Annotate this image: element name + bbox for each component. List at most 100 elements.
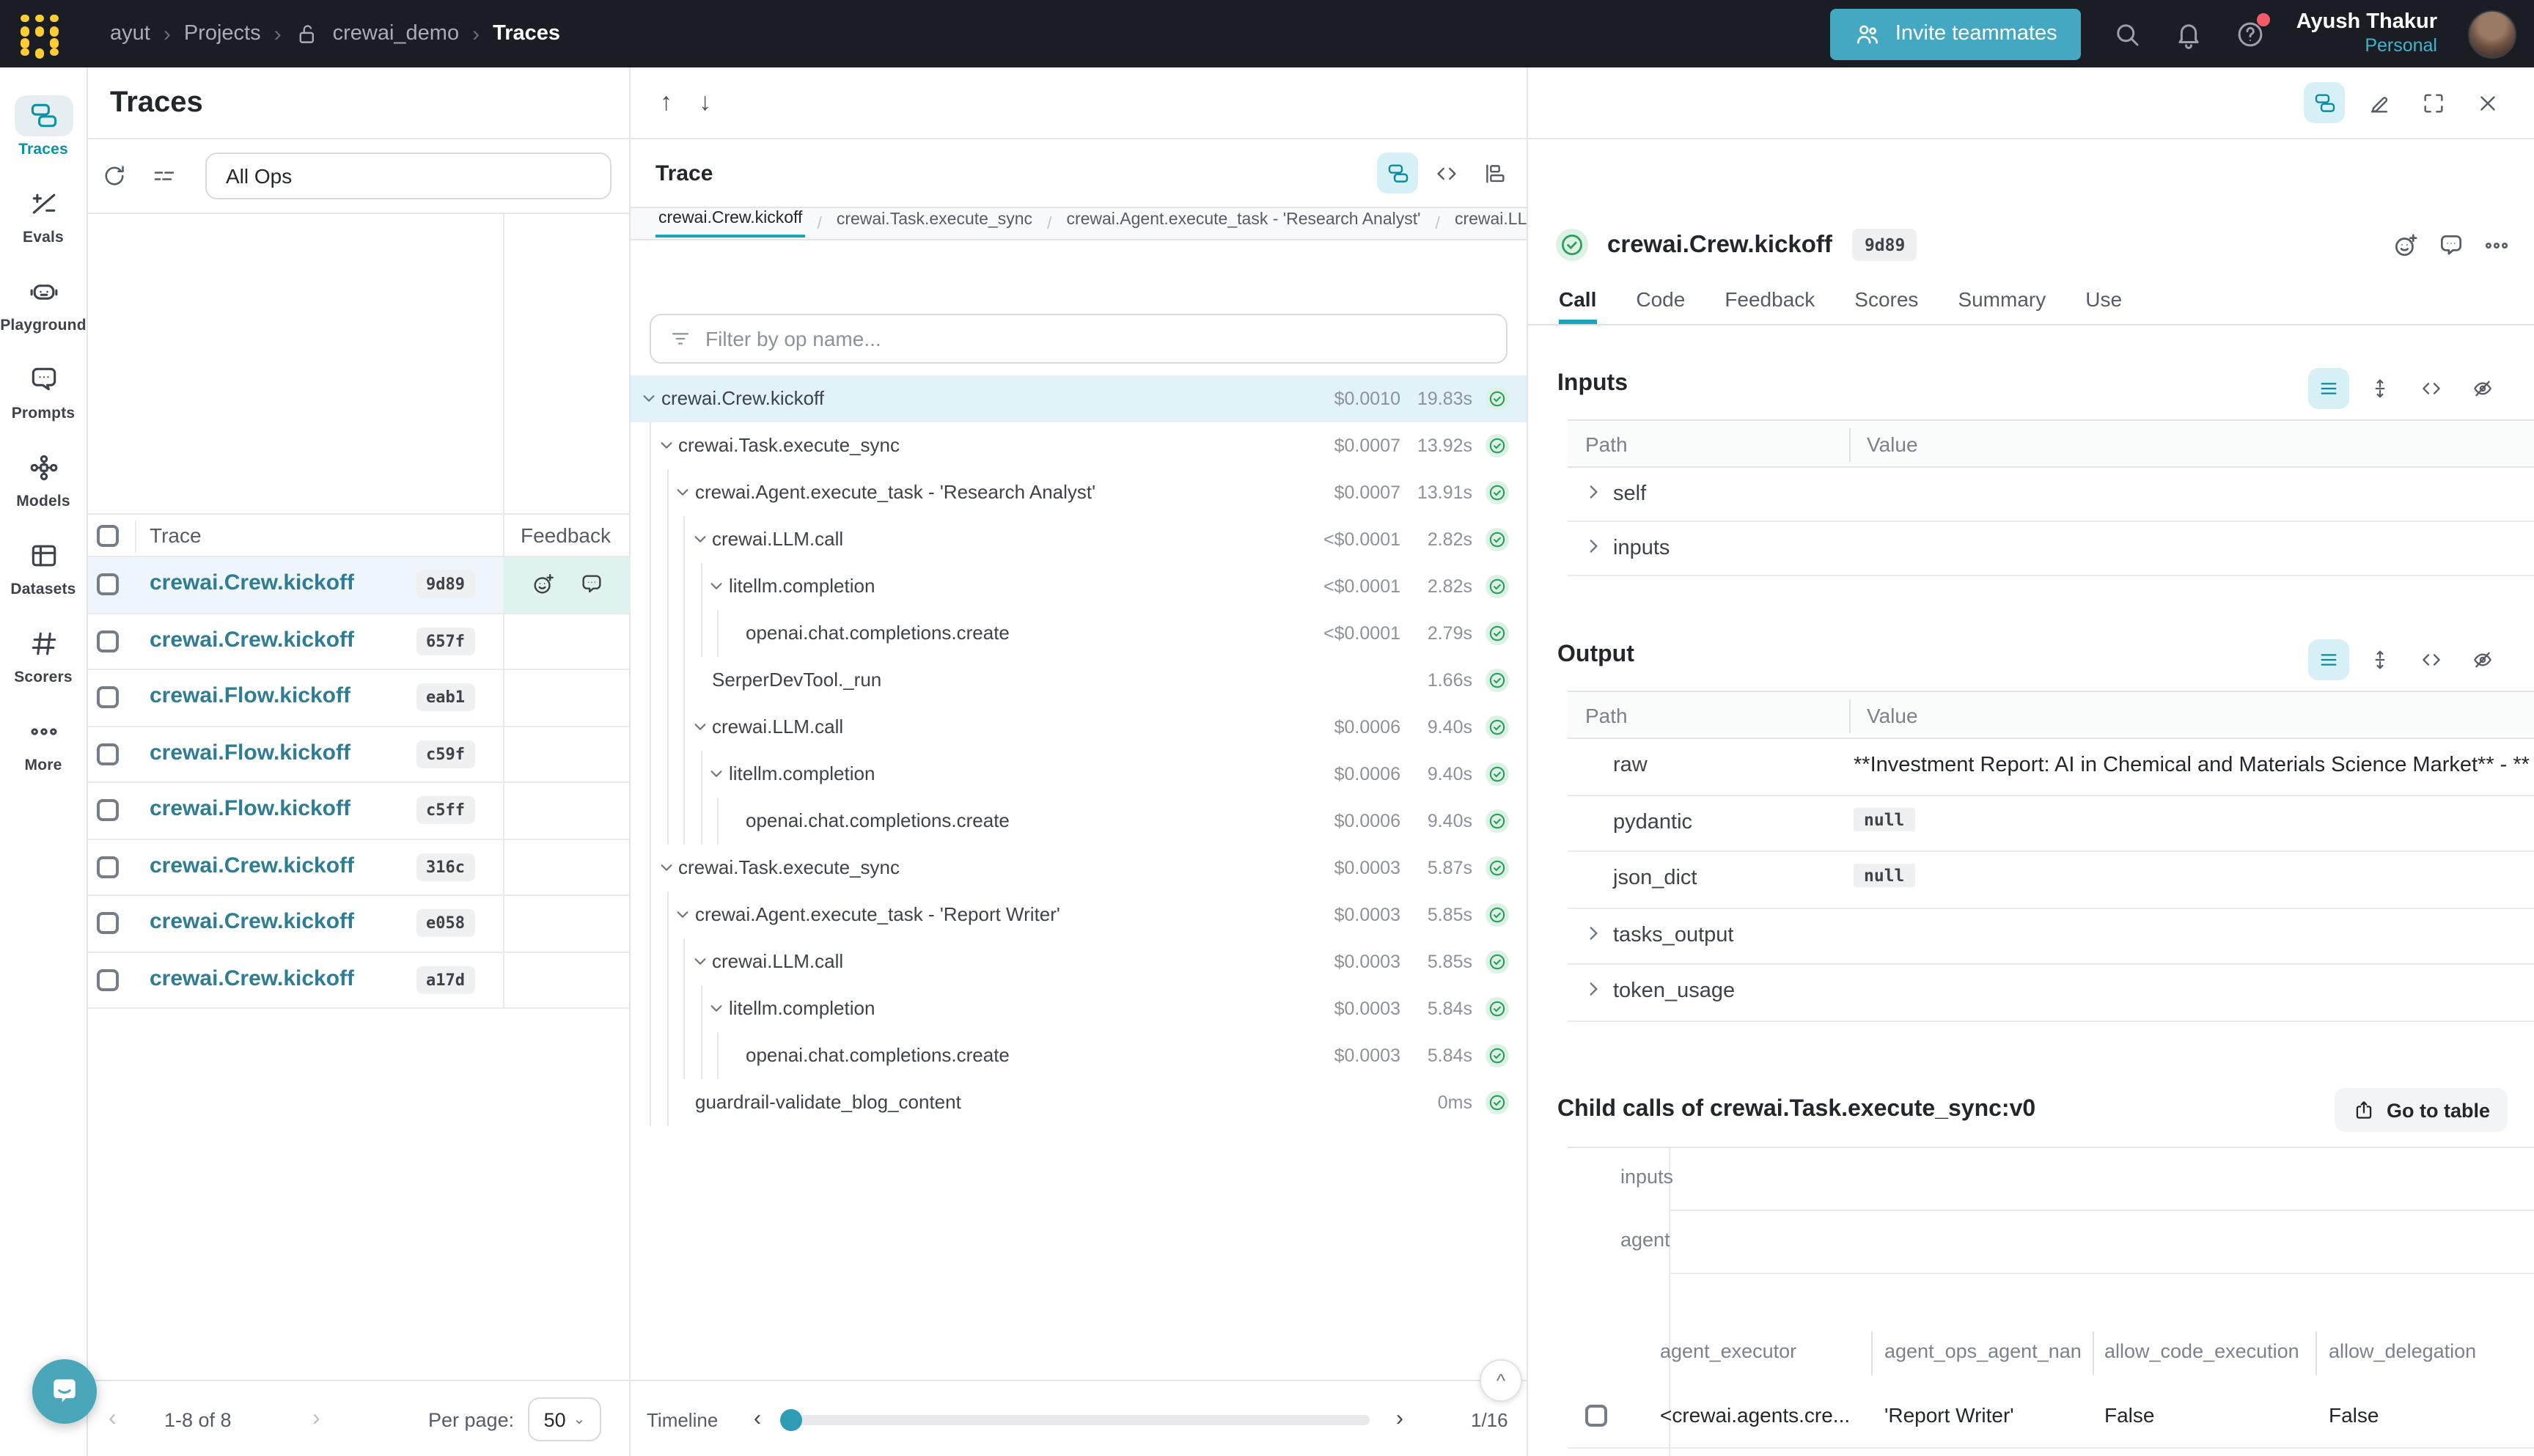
trace-id-badge[interactable]: a17d	[416, 966, 475, 993]
chevron-right-icon[interactable]	[1584, 979, 1603, 999]
row-checkbox[interactable]	[97, 968, 119, 990]
list-view-icon[interactable]	[2308, 639, 2349, 680]
expand-rows-icon[interactable]	[2359, 368, 2401, 409]
trace-path-tab[interactable]: crewai.LLM.call	[1452, 211, 1527, 236]
tab-summary[interactable]: Summary	[1958, 287, 2046, 324]
help-icon[interactable]	[2235, 18, 2266, 49]
row-checkbox[interactable]	[97, 630, 119, 652]
tab-use[interactable]: Use	[2085, 287, 2122, 324]
column-header-allow_delegation[interactable]: allow_delegation	[2329, 1340, 2530, 1362]
chevron-down-icon[interactable]	[658, 437, 674, 453]
chevron-down-icon[interactable]	[641, 390, 657, 406]
op-name-filter[interactable]	[650, 314, 1507, 364]
table-row[interactable]: crewai.Crew.kickoff316c	[88, 839, 629, 896]
chevron-down-icon[interactable]	[708, 765, 724, 782]
flame-graph-icon[interactable]	[1474, 152, 1515, 194]
chevron-right-icon[interactable]	[1584, 482, 1603, 501]
code-view-icon[interactable]	[2411, 639, 2452, 680]
kv-row-token_usage[interactable]: token_usage	[1568, 965, 2534, 1021]
trace-tree-row[interactable]: crewai.LLM.call$0.00035.85s	[631, 938, 1527, 985]
sidebar-item-evals[interactable]: Evals	[0, 170, 87, 258]
trace-tree-row[interactable]: openai.chat.completions.create$0.00035.8…	[631, 1032, 1527, 1079]
op-name-filter-input[interactable]	[705, 327, 1488, 350]
hide-eye-icon[interactable]	[2462, 368, 2503, 409]
trace-tree-row[interactable]: crewai.Task.execute_sync$0.00035.87s	[631, 845, 1527, 891]
column-header-allow_code_execution[interactable]: allow_code_execution	[2104, 1340, 2308, 1362]
ops-filter-select[interactable]: All Ops	[205, 152, 612, 199]
tab-call[interactable]: Call	[1559, 287, 1596, 324]
trace-id-badge[interactable]: c59f	[416, 740, 475, 768]
chevron-down-icon[interactable]	[675, 906, 691, 922]
column-header-agent_ops_agent_nan[interactable]: agent_ops_agent_nan	[1884, 1340, 2084, 1362]
column-header-agent_executor[interactable]: agent_executor	[1660, 1340, 1864, 1362]
kv-row-raw[interactable]: raw**Investment Report: AI in Chemical a…	[1568, 739, 2534, 795]
filter-list-icon[interactable]	[144, 155, 185, 196]
add-reaction-icon[interactable]	[530, 573, 555, 598]
breadcrumb-projects[interactable]: Projects	[184, 22, 261, 45]
trace-tree-row[interactable]: crewai.LLM.call$0.00069.40s	[631, 704, 1527, 751]
trace-column-header[interactable]: Trace	[150, 523, 202, 547]
chevron-down-icon[interactable]	[691, 718, 708, 735]
timeline-next-icon[interactable]: ›	[1396, 1406, 1403, 1431]
trace-tree-row[interactable]: crewai.Task.execute_sync$0.000713.92s	[631, 422, 1527, 469]
search-icon[interactable]	[2112, 18, 2142, 49]
sidebar-item-datasets[interactable]: Datasets	[0, 522, 87, 610]
tree-view-icon[interactable]	[1377, 152, 1418, 194]
code-view-icon[interactable]	[2411, 368, 2452, 409]
chevron-down-icon[interactable]	[691, 953, 708, 969]
trace-tree-row[interactable]: crewai.Agent.execute_task - 'Research An…	[631, 469, 1527, 516]
trace-id-badge[interactable]: e058	[416, 909, 475, 937]
select-all-checkbox[interactable]	[97, 525, 119, 547]
breadcrumb-org[interactable]: ayut	[110, 22, 150, 45]
invite-teammates-button[interactable]: Invite teammates	[1831, 8, 2081, 59]
next-call-arrow-icon[interactable]: ↓	[699, 88, 711, 117]
table-row[interactable]: crewai.Flow.kickoffc59f	[88, 727, 629, 783]
row-checkbox[interactable]	[97, 743, 119, 765]
sidebar-item-prompts[interactable]: Prompts	[0, 346, 87, 434]
more-options-icon[interactable]	[2483, 231, 2511, 259]
trace-path-tab[interactable]: crewai.Agent.execute_task - 'Research An…	[1063, 211, 1423, 236]
trace-path-tab[interactable]: crewai.Task.execute_sync	[834, 211, 1035, 236]
expand-rows-icon[interactable]	[2359, 639, 2401, 680]
add-reaction-icon[interactable]	[2392, 231, 2420, 259]
bell-icon[interactable]	[2173, 18, 2204, 49]
hide-eye-icon[interactable]	[2462, 639, 2503, 680]
table-row[interactable]: <crewai.agents.cre...'Research Analyst'F…	[1568, 1449, 2534, 1456]
tree-view-icon[interactable]	[2304, 82, 2345, 123]
trace-tree-row[interactable]: crewai.Crew.kickoff$0.001019.83s	[631, 375, 1527, 422]
chevron-right-icon[interactable]	[1584, 537, 1603, 556]
code-view-icon[interactable]	[1425, 152, 1466, 194]
support-chat-button[interactable]	[32, 1359, 97, 1424]
go-to-table-button[interactable]: Go to table	[2334, 1088, 2508, 1132]
prev-call-arrow-icon[interactable]: ↑	[660, 88, 672, 117]
next-page-icon[interactable]: ›	[312, 1406, 320, 1433]
close-icon[interactable]	[2467, 82, 2508, 123]
feedback-cell[interactable]	[503, 557, 631, 612]
trace-tree-row[interactable]: litellm.completion<$0.00012.82s	[631, 563, 1527, 610]
sidebar-item-more[interactable]: More	[0, 698, 87, 786]
prev-page-icon[interactable]: ‹	[109, 1406, 117, 1433]
trace-tree-row[interactable]: litellm.completion$0.00069.40s	[631, 751, 1527, 798]
trace-id-badge[interactable]: c5ff	[416, 796, 475, 824]
sidebar-item-scorers[interactable]: Scorers	[0, 610, 87, 698]
tab-scores[interactable]: Scores	[1854, 287, 1918, 324]
timeline-slider-knob[interactable]	[780, 1409, 802, 1431]
comment-icon[interactable]	[579, 573, 603, 598]
fullscreen-icon[interactable]	[2412, 82, 2453, 123]
sidebar-item-traces[interactable]: Traces	[0, 82, 87, 170]
row-checkbox[interactable]	[97, 686, 119, 708]
comment-icon[interactable]	[2437, 231, 2465, 259]
kv-row-self[interactable]: self	[1568, 468, 2534, 522]
trace-name-link[interactable]: crewai.Crew.kickoff	[150, 966, 354, 990]
chevron-down-icon[interactable]	[675, 484, 691, 500]
refresh-icon[interactable]	[94, 155, 135, 196]
trace-tree-row[interactable]: crewai.LLM.call<$0.00012.82s	[631, 516, 1527, 563]
trace-name-link[interactable]: crewai.Crew.kickoff	[150, 909, 354, 934]
table-row[interactable]: crewai.Flow.kickoffc5ff	[88, 783, 629, 839]
tab-feedback[interactable]: Feedback	[1725, 287, 1815, 324]
table-row[interactable]: <crewai.agents.cre...'Report Writer'Fals…	[1568, 1386, 2534, 1449]
scroll-top-button[interactable]: ^	[1480, 1359, 1522, 1402]
call-id-badge[interactable]: 9d89	[1853, 229, 1917, 261]
table-row[interactable]: crewai.Crew.kickoff e058	[88, 896, 629, 952]
chevron-right-icon[interactable]	[1584, 923, 1603, 942]
